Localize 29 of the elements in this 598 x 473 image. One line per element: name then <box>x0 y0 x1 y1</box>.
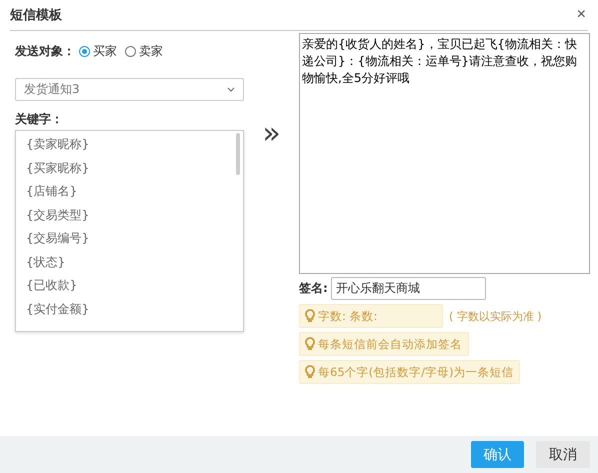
keyword-item[interactable]: {交易编号} <box>26 227 243 250</box>
tip-text: 每条短信前会自动添加签名 <box>318 336 462 352</box>
insert-arrow[interactable]: » <box>262 119 281 153</box>
caret-icon <box>227 87 235 92</box>
tip-text: 字数: 条数: <box>318 308 378 324</box>
signature-input[interactable]: 开心乐翻天商城 <box>330 277 486 300</box>
keyword-item[interactable]: {卖家昵称} <box>26 133 243 156</box>
signature-label: 签名: <box>299 280 328 297</box>
lightbulb-icon <box>305 337 315 351</box>
keyword-item[interactable]: {状态} <box>26 250 243 274</box>
keyword-item[interactable]: {买家昵称} <box>26 156 243 180</box>
recipient-radio[interactable]: 卖家 <box>125 42 163 60</box>
keyword-item[interactable]: {实付金额} <box>26 298 243 321</box>
keyword-item[interactable]: {已收款} <box>26 274 243 298</box>
recipient-label: 发送对象： <box>15 42 75 60</box>
template-dropdown[interactable]: 发货通知3 <box>15 78 244 101</box>
recipient-radio[interactable]: 买家 <box>79 42 117 60</box>
scrollbar[interactable] <box>236 133 240 175</box>
tip-text: 每65个字(包括数字/字母)为一条短信 <box>318 364 514 380</box>
lightbulb-icon <box>305 309 315 323</box>
keyword-item[interactable]: {店铺名} <box>26 180 243 204</box>
keywords-label: 关键字： <box>15 111 64 128</box>
lightbulb-icon <box>305 365 315 379</box>
cancel-button[interactable]: 取消 <box>536 441 590 468</box>
dialog-title: 短信模板 <box>10 7 62 24</box>
tip-note: ( 字数以实际为准 ) <box>449 308 542 324</box>
message-textarea[interactable]: 亲爱的{收货人的姓名}，宝贝已起飞{物流相关：快递公司}：{物流相关：运单号}请注意查收，祝您购物愉快,全5分好评哦 <box>299 33 590 274</box>
keyword-item[interactable]: {交易类型} <box>26 204 243 227</box>
close-button[interactable]: × <box>574 6 588 24</box>
